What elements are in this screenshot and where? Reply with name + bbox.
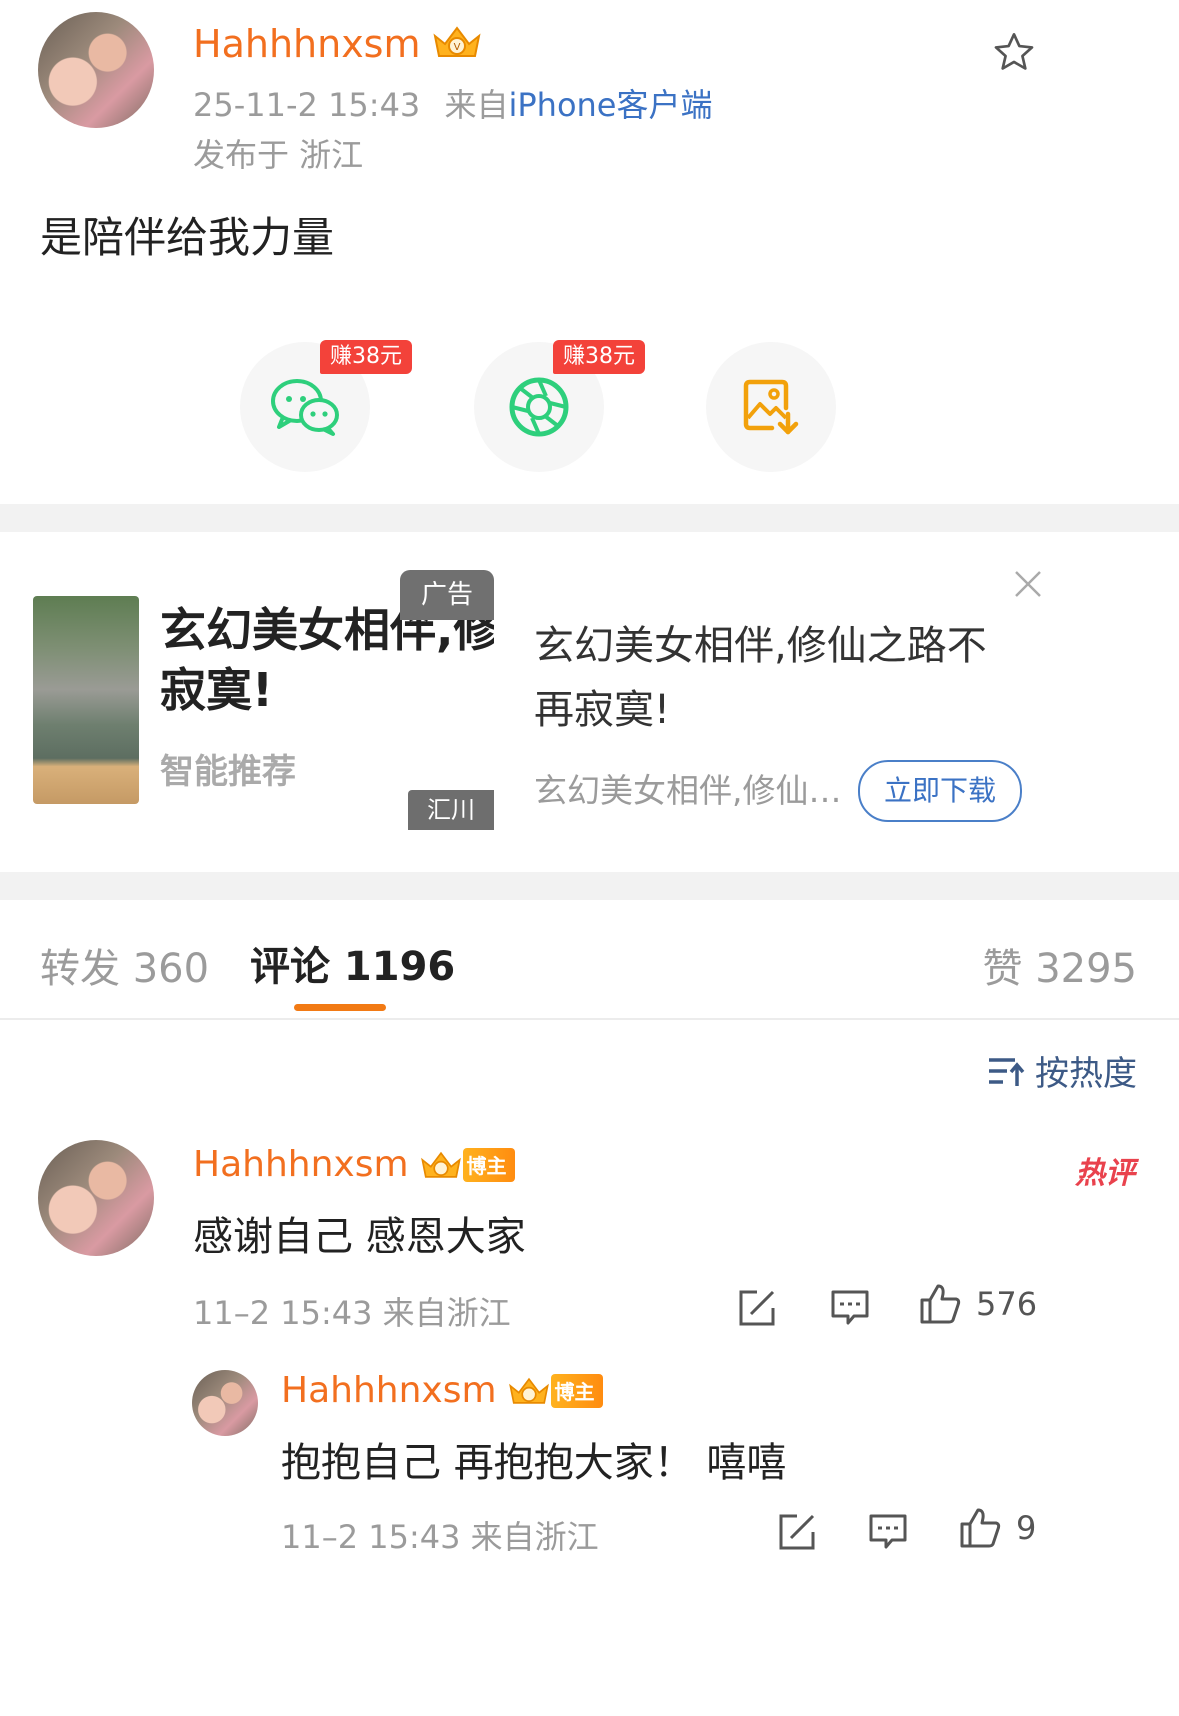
tab-likes[interactable]: 赞 3295: [982, 936, 1137, 994]
sort-toggle[interactable]: 按热度: [987, 1046, 1137, 1095]
ad-close-button[interactable]: [1008, 564, 1048, 604]
comment-like-button[interactable]: 576: [918, 1282, 1037, 1326]
post-username[interactable]: Hahhhnxsm: [193, 22, 421, 66]
save-image-button[interactable]: [706, 342, 836, 472]
post-location: 发布于 浙江: [193, 136, 364, 174]
like-icon: [960, 1508, 1001, 1548]
comment-text: 感谢自己 感恩大家: [193, 1214, 526, 1260]
crown-vip-icon: V: [431, 22, 483, 66]
ad-card-title-line2: 寂寞!: [160, 663, 273, 717]
crown-vip-icon: 博主: [419, 1147, 515, 1182]
ad-title[interactable]: 玄幻美女相伴,修仙之路不 再寂寞!: [534, 614, 987, 742]
favorite-star-button[interactable]: [988, 26, 1040, 78]
moments-reward-badge: 赚38元: [553, 340, 645, 374]
comment-icon: [869, 1514, 907, 1549]
like-icon: [920, 1284, 961, 1324]
reply-reply-button[interactable]: [866, 1510, 910, 1554]
hot-comment-badge: 热评: [1075, 1156, 1135, 1191]
comment-icon: [831, 1290, 869, 1325]
wechat-reward-badge: 赚38元: [320, 340, 412, 374]
comment-reply-button[interactable]: [828, 1286, 872, 1330]
comment-like-count: 576: [976, 1285, 1038, 1323]
tabs-bottom-border: [0, 1018, 1179, 1020]
repost-icon: [739, 1290, 775, 1326]
reply-author-row: Hahhhnxsm 博主: [281, 1370, 603, 1411]
ad-card-sub: 智能推荐: [160, 752, 296, 792]
comment-username[interactable]: Hahhhnxsm: [193, 1144, 409, 1185]
post-content: 是陪伴给我力量: [40, 213, 335, 262]
crown-vip-icon: 博主: [507, 1373, 603, 1408]
comment-avatar[interactable]: [38, 1140, 154, 1256]
tab-comments[interactable]: 评论 1196: [250, 934, 455, 992]
reply-text: 抱抱自己 再抱抱大家！ 嘻嘻: [281, 1440, 787, 1486]
blogger-badge: 博主: [462, 1147, 515, 1182]
ad-card[interactable]: 玄幻美女相伴,修 寂寞! 智能推荐 广告 汇川: [32, 570, 494, 832]
comment-repost-button[interactable]: [734, 1286, 780, 1330]
reply-meta: 11–2 15:43 来自浙江: [281, 1518, 599, 1556]
section-divider: [0, 504, 1179, 532]
ad-thumbnail: [33, 596, 139, 804]
post-source-prefix: 来自: [444, 86, 509, 124]
post-timestamp: 25-11-2 15:43: [193, 86, 421, 124]
close-icon: [1015, 571, 1041, 597]
author-avatar[interactable]: [38, 12, 154, 128]
moments-icon: [509, 377, 569, 437]
reply-username[interactable]: Hahhhnxsm: [281, 1370, 497, 1411]
reply-like-button[interactable]: 9: [958, 1506, 1036, 1550]
reply-repost-button[interactable]: [774, 1510, 820, 1554]
tab-repost[interactable]: 转发 360: [40, 936, 209, 994]
wechat-icon: [271, 379, 339, 436]
ad-description: 玄幻美女相伴,修仙…: [534, 771, 842, 810]
comment-author-row: Hahhhnxsm 博主: [193, 1144, 515, 1185]
ad-tag: 广告: [400, 570, 494, 620]
ad-card-corner: 汇川: [408, 790, 494, 830]
star-icon: [994, 33, 1034, 70]
ad-download-button[interactable]: 立即下载: [858, 760, 1022, 822]
tab-active-indicator: [294, 1004, 386, 1011]
post-author-row: Hahhhnxsm V: [193, 18, 483, 70]
reply-avatar[interactable]: [192, 1370, 258, 1436]
comment-meta: 11–2 15:43 来自浙江: [193, 1294, 511, 1332]
post-source-link[interactable]: iPhone客户端: [508, 86, 712, 124]
blogger-badge: 博主: [550, 1373, 603, 1408]
ad-title-line2: 再寂寞!: [534, 687, 671, 733]
repost-icon: [779, 1514, 815, 1550]
sort-icon: [989, 1057, 1025, 1086]
sort-label: 按热度: [1035, 1054, 1137, 1094]
ad-title-line1: 玄幻美女相伴,修仙之路不: [534, 623, 987, 669]
svg-text:V: V: [453, 42, 460, 53]
section-divider-2: [0, 872, 1179, 900]
post-meta: 25-11-2 15:43 来自iPhone客户端: [193, 80, 713, 126]
save-image-icon: [743, 379, 799, 435]
reply-like-count: 9: [1016, 1509, 1037, 1547]
